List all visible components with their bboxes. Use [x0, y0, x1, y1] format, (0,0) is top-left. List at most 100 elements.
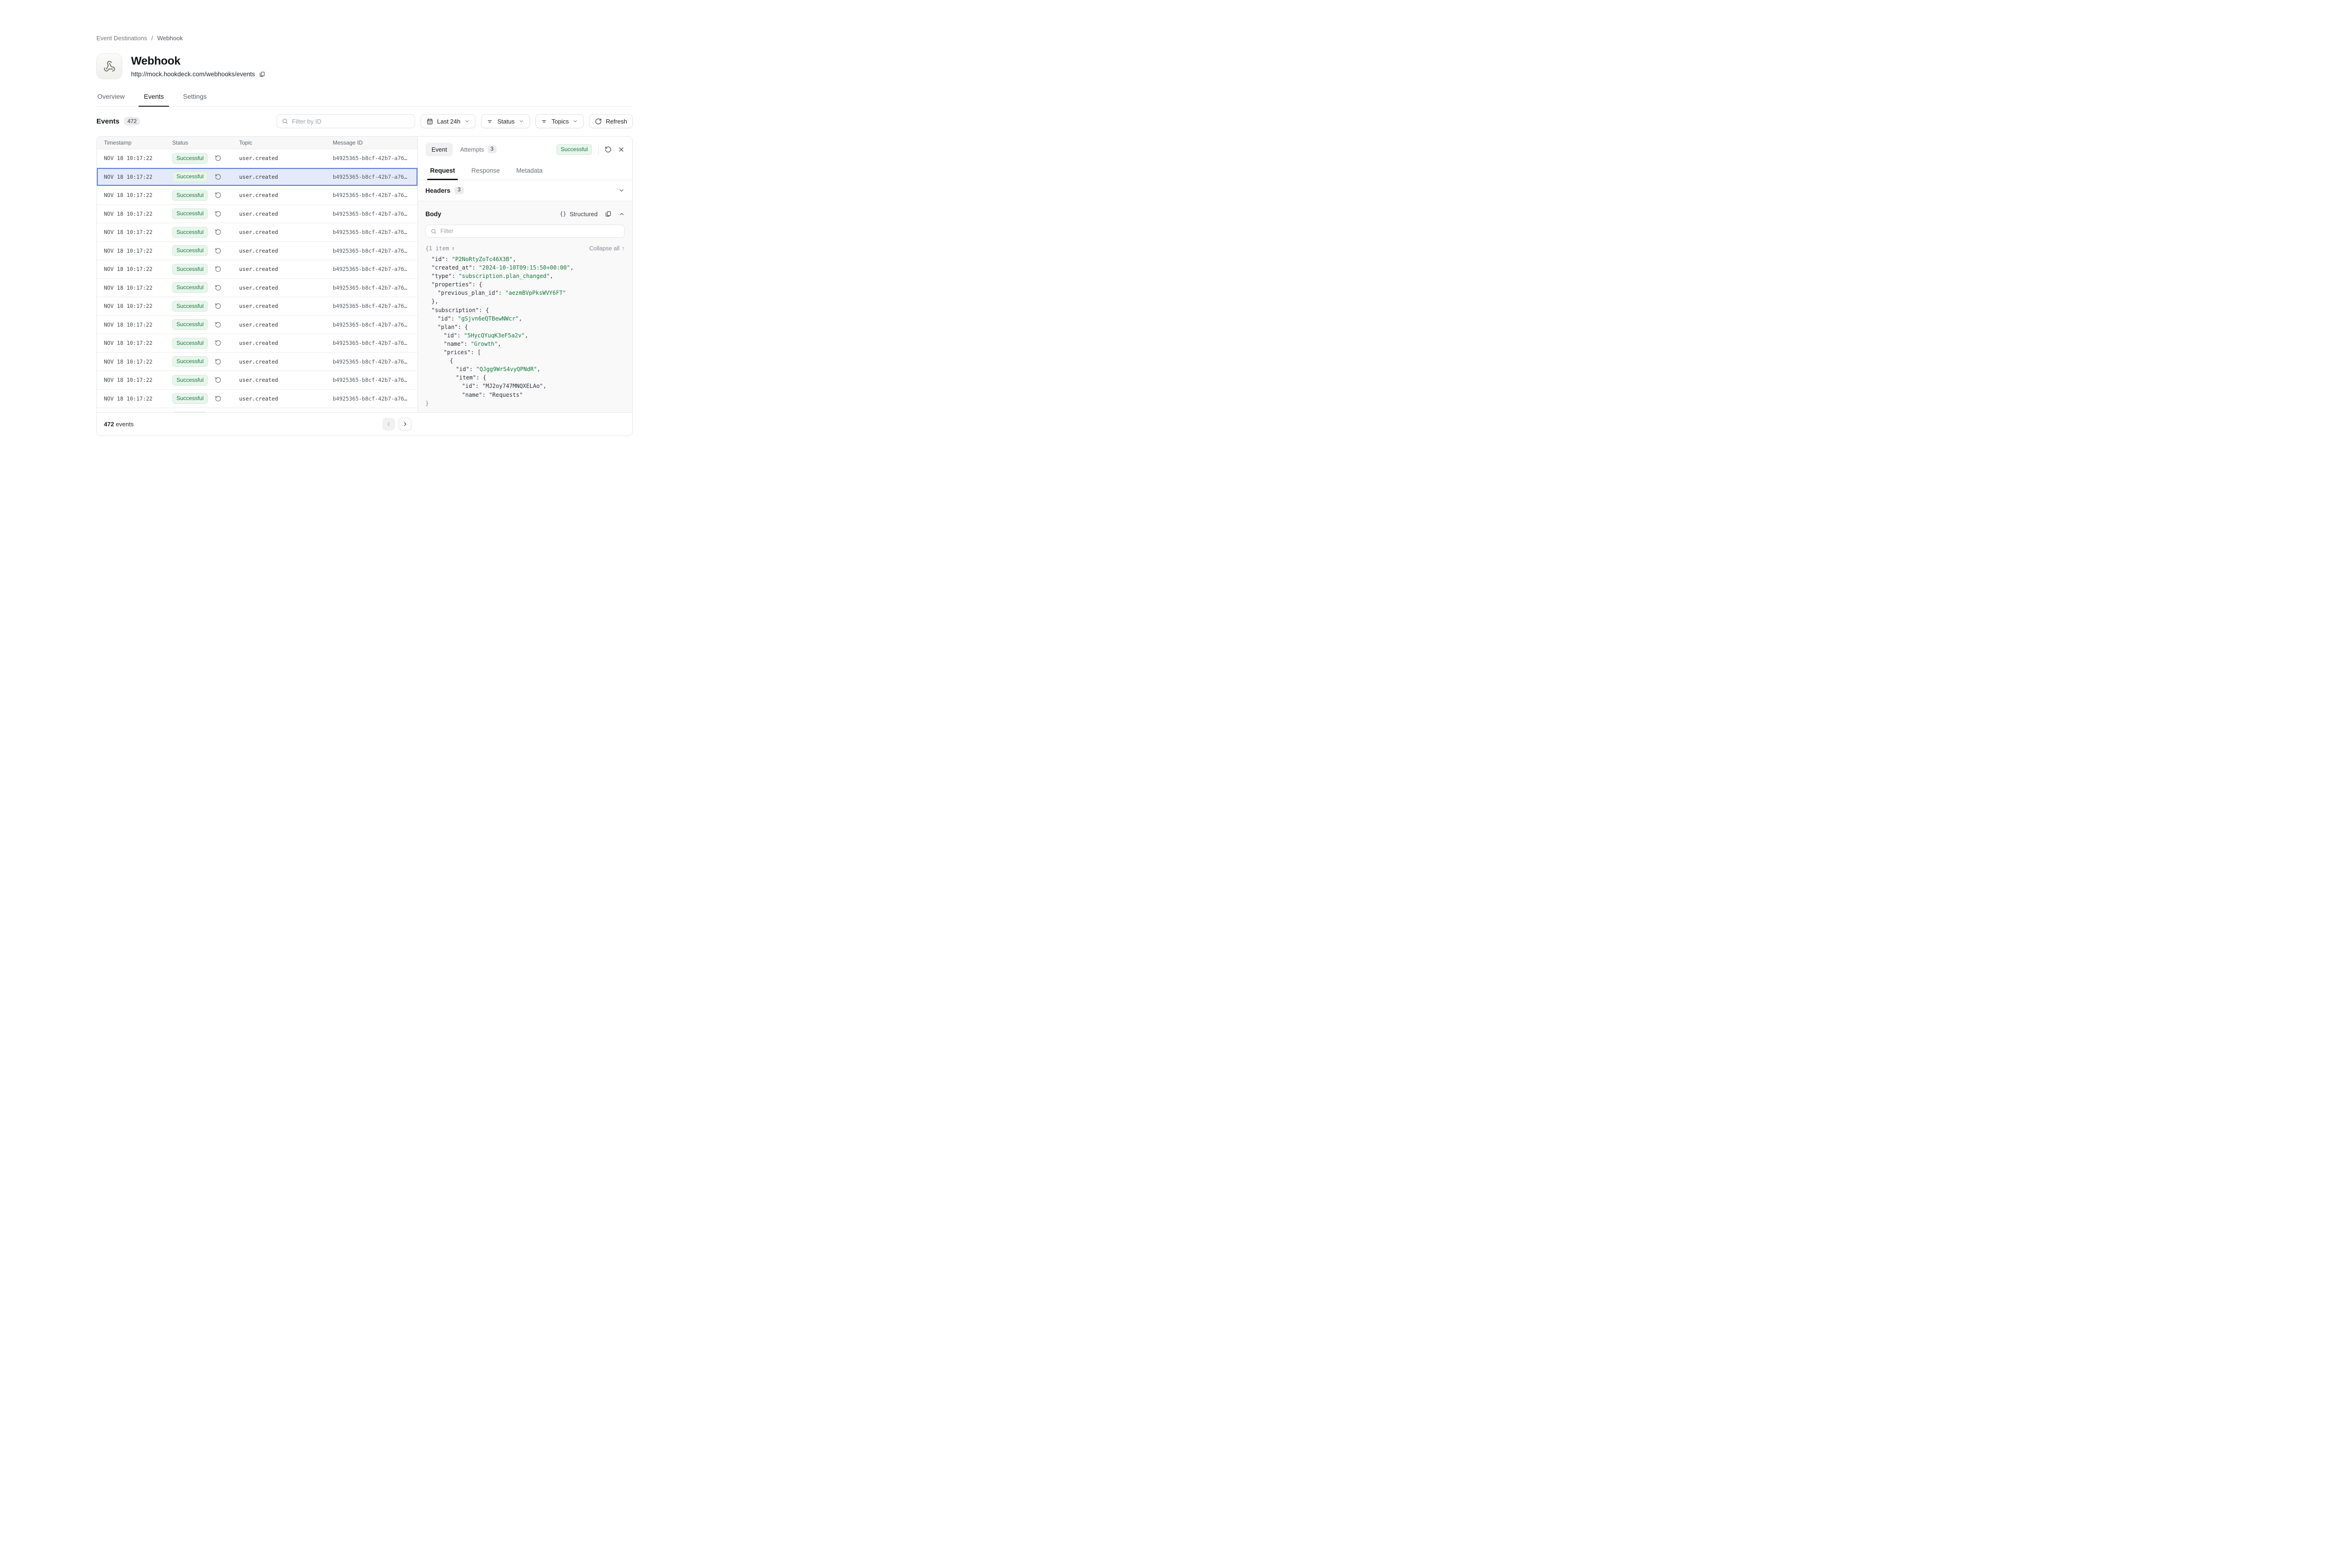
- retry-event-button[interactable]: [605, 146, 612, 153]
- json-line: "name": "Growth",: [425, 340, 625, 348]
- json-line: "id": "QJgg9WrS4vyQPNdR",: [425, 365, 625, 373]
- json-line: "id": "gSjvn6eQTBewNWcr",: [425, 314, 625, 323]
- page-tabs: Overview Events Settings: [96, 89, 633, 107]
- retry-row-button[interactable]: [215, 229, 221, 235]
- row-message-id: b4925365-b8cf-42b7-a76…: [333, 340, 417, 346]
- status-badge: Successful: [172, 282, 208, 293]
- json-line: "item": {: [425, 373, 625, 382]
- status-filter-button[interactable]: Status: [481, 114, 530, 128]
- chevron-down-icon: [464, 118, 470, 124]
- tab-response[interactable]: Response: [471, 163, 500, 180]
- retry-icon: [605, 146, 612, 153]
- retry-row-button[interactable]: [215, 358, 221, 365]
- retry-row-button[interactable]: [215, 340, 221, 346]
- refresh-icon: [595, 118, 602, 125]
- collapse-body-button[interactable]: [619, 211, 625, 217]
- row-status: Successful: [172, 153, 239, 164]
- prev-page-button[interactable]: [382, 418, 395, 430]
- tab-settings[interactable]: Settings: [182, 89, 208, 106]
- collapse-all-button[interactable]: Collapse all ↑: [589, 245, 625, 252]
- table-row[interactable]: NOV 18 10:17:22 Successful user.created …: [97, 205, 417, 224]
- events-table-body: NOV 18 10:17:22 Successful user.created …: [97, 149, 417, 412]
- table-row[interactable]: NOV 18 10:17:22 Successful user.created …: [97, 223, 417, 242]
- retry-row-button[interactable]: [215, 321, 221, 328]
- retry-row-button[interactable]: [215, 266, 221, 272]
- retry-icon: [215, 266, 221, 272]
- table-row[interactable]: NOV 18 10:17:22 Successful user.created …: [97, 371, 417, 390]
- headers-section-toggle[interactable]: Headers 3: [418, 180, 632, 201]
- retry-row-button[interactable]: [215, 377, 221, 383]
- events-heading: Events: [96, 117, 119, 125]
- table-row[interactable]: NOV 18 10:17:22 Successful user.created …: [97, 316, 417, 335]
- retry-row-button[interactable]: [215, 303, 221, 309]
- json-viewer: "id": "P2NoRtyZoTc46X3B","created_at": "…: [425, 255, 625, 408]
- tab-overview[interactable]: Overview: [96, 89, 125, 106]
- retry-row-button[interactable]: [215, 192, 221, 198]
- row-timestamp: NOV 18 10:17:22: [104, 321, 172, 328]
- table-row[interactable]: NOV 18 10:17:22 Successful user.created …: [97, 297, 417, 316]
- body-filter-search[interactable]: [425, 225, 625, 238]
- filter-by-id-search[interactable]: [277, 114, 415, 128]
- json-line: }: [425, 399, 625, 408]
- retry-row-button[interactable]: [215, 211, 221, 217]
- retry-icon: [215, 321, 221, 328]
- body-filter-input[interactable]: [440, 228, 620, 234]
- row-message-id: b4925365-b8cf-42b7-a76…: [333, 174, 417, 180]
- copy-url-button[interactable]: [259, 71, 265, 78]
- page-title: Webhook: [131, 55, 265, 68]
- copy-body-button[interactable]: [605, 211, 612, 218]
- row-status: Successful: [172, 227, 239, 238]
- table-row[interactable]: NOV 18 10:17:22 Successful user.created …: [97, 353, 417, 372]
- row-topic: user.created: [239, 211, 333, 217]
- events-toolbar: Events 472 Last 24h: [96, 114, 633, 128]
- table-row[interactable]: NOV 18 10:17:22 Successful user.created …: [97, 390, 417, 408]
- retry-row-button[interactable]: [215, 174, 221, 180]
- table-row[interactable]: NOV 18 10:17:22 Successful user.created …: [97, 334, 417, 353]
- json-items-toggle[interactable]: {1 item ↑: [425, 245, 455, 252]
- retry-row-button[interactable]: [215, 155, 221, 161]
- table-row[interactable]: NOV 18 10:17:22 Successful user.created …: [97, 186, 417, 205]
- breadcrumb-event-destinations[interactable]: Event Destinations: [96, 35, 147, 42]
- webhook-icon: [103, 60, 116, 73]
- json-line: "properties": {: [425, 280, 625, 289]
- retry-row-button[interactable]: [215, 284, 221, 291]
- table-row[interactable]: NOV 18 10:17:22 Successful user.created …: [97, 260, 417, 279]
- close-panel-button[interactable]: [618, 146, 625, 153]
- retry-icon: [215, 174, 221, 180]
- structured-view-toggle[interactable]: {} Structured: [560, 211, 598, 218]
- status-badge: Successful: [172, 264, 208, 275]
- status-badge: Successful: [172, 190, 208, 201]
- time-range-button[interactable]: Last 24h: [421, 114, 475, 128]
- refresh-button[interactable]: Refresh: [589, 114, 633, 128]
- body-label: Body: [425, 211, 441, 218]
- filter-lines-icon: [541, 118, 548, 125]
- tab-events[interactable]: Events: [143, 89, 165, 106]
- retry-icon: [215, 358, 221, 365]
- arrow-up-icon: ↑: [622, 245, 625, 252]
- row-topic: user.created: [239, 321, 333, 328]
- tab-request[interactable]: Request: [430, 163, 455, 180]
- table-row[interactable]: NOV 18 10:17:22 Successful user.created …: [97, 408, 417, 412]
- table-row[interactable]: NOV 18 10:17:22 Successful user.created …: [97, 149, 417, 168]
- table-row[interactable]: NOV 18 10:17:22 Successful user.created …: [97, 242, 417, 261]
- breadcrumb: Event Destinations / Webhook: [96, 35, 633, 42]
- filter-by-id-input[interactable]: [292, 118, 410, 125]
- row-timestamp: NOV 18 10:17:22: [104, 303, 172, 309]
- braces-icon: {}: [560, 211, 566, 217]
- panel-tab-attempts[interactable]: Attempts 3: [457, 142, 499, 157]
- table-row[interactable]: NOV 18 10:17:22 Successful user.created …: [97, 168, 417, 187]
- retry-row-button[interactable]: [215, 395, 221, 402]
- row-topic: user.created: [239, 192, 333, 198]
- status-badge: Successful: [172, 356, 208, 367]
- status-badge: Successful: [172, 208, 208, 219]
- breadcrumb-separator: /: [151, 35, 153, 42]
- json-line: "name": "Requests": [425, 391, 625, 399]
- next-page-button[interactable]: [399, 418, 411, 430]
- retry-row-button[interactable]: [215, 248, 221, 254]
- tab-metadata[interactable]: Metadata: [516, 163, 543, 180]
- chevron-down-icon: [572, 118, 578, 124]
- request-response-tabs: Request Response Metadata: [418, 162, 632, 180]
- table-row[interactable]: NOV 18 10:17:22 Successful user.created …: [97, 279, 417, 298]
- topics-filter-button[interactable]: Topics: [535, 114, 584, 128]
- panel-tab-event[interactable]: Event: [425, 143, 453, 156]
